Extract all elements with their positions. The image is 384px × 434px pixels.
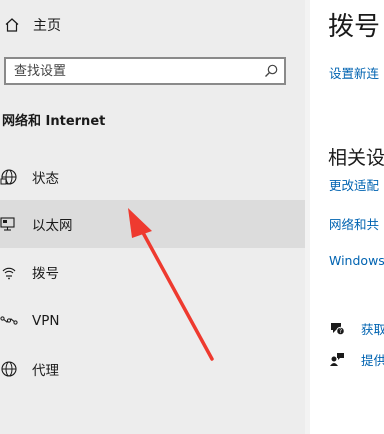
ethernet-icon: [0, 215, 18, 233]
setup-connection-link[interactable]: 设置新连: [329, 63, 379, 82]
related-link-sharing[interactable]: 网络和共: [329, 214, 379, 233]
navigation-pane: 主页 网络和 Internet 状态: [0, 0, 305, 434]
feedback-link[interactable]: 提供: [329, 349, 384, 369]
get-help-label: 获取: [361, 321, 384, 337]
feedback-person-icon: [329, 351, 345, 367]
home-label: 主页: [33, 18, 61, 34]
settings-window: 主页 网络和 Internet 状态: [0, 0, 384, 434]
nav-item-label: VPN: [32, 313, 60, 329]
nav-item-dialup[interactable]: 拨号: [0, 248, 305, 296]
vpn-icon: [0, 312, 18, 330]
nav-item-label: 以太网: [32, 218, 73, 234]
related-settings-title: 相关设: [328, 147, 384, 169]
nav-item-label: 代理: [32, 363, 59, 379]
page-title: 拨号: [328, 12, 381, 42]
search-input[interactable]: [6, 59, 264, 83]
content-pane: 拨号 设置新连 相关设 更改适配 网络和共 Windows ? 获取 提供: [310, 0, 384, 434]
related-link-windows[interactable]: Windows: [329, 253, 384, 268]
get-help-link[interactable]: ? 获取: [329, 318, 384, 338]
home-nav-item[interactable]: 主页: [0, 12, 61, 38]
nav-item-vpn[interactable]: VPN: [0, 297, 305, 345]
nav-item-status[interactable]: 状态: [0, 153, 305, 201]
nav-item-proxy[interactable]: 代理: [0, 345, 305, 393]
dialup-icon: [0, 263, 18, 281]
search-box[interactable]: [4, 57, 286, 85]
nav-item-label: 拨号: [32, 266, 59, 282]
related-link-adapter[interactable]: 更改适配: [329, 175, 379, 194]
search-icon[interactable]: [263, 63, 279, 79]
globe-status-icon: [0, 168, 18, 186]
home-icon: [3, 16, 21, 34]
nav-item-ethernet[interactable]: 以太网: [0, 200, 305, 248]
svg-text:?: ?: [339, 328, 342, 335]
help-chat-icon: ?: [329, 320, 345, 336]
feedback-label: 提供: [361, 352, 384, 368]
section-title: 网络和 Internet: [2, 114, 106, 129]
proxy-globe-icon: [0, 360, 18, 378]
nav-item-label: 状态: [32, 171, 59, 187]
